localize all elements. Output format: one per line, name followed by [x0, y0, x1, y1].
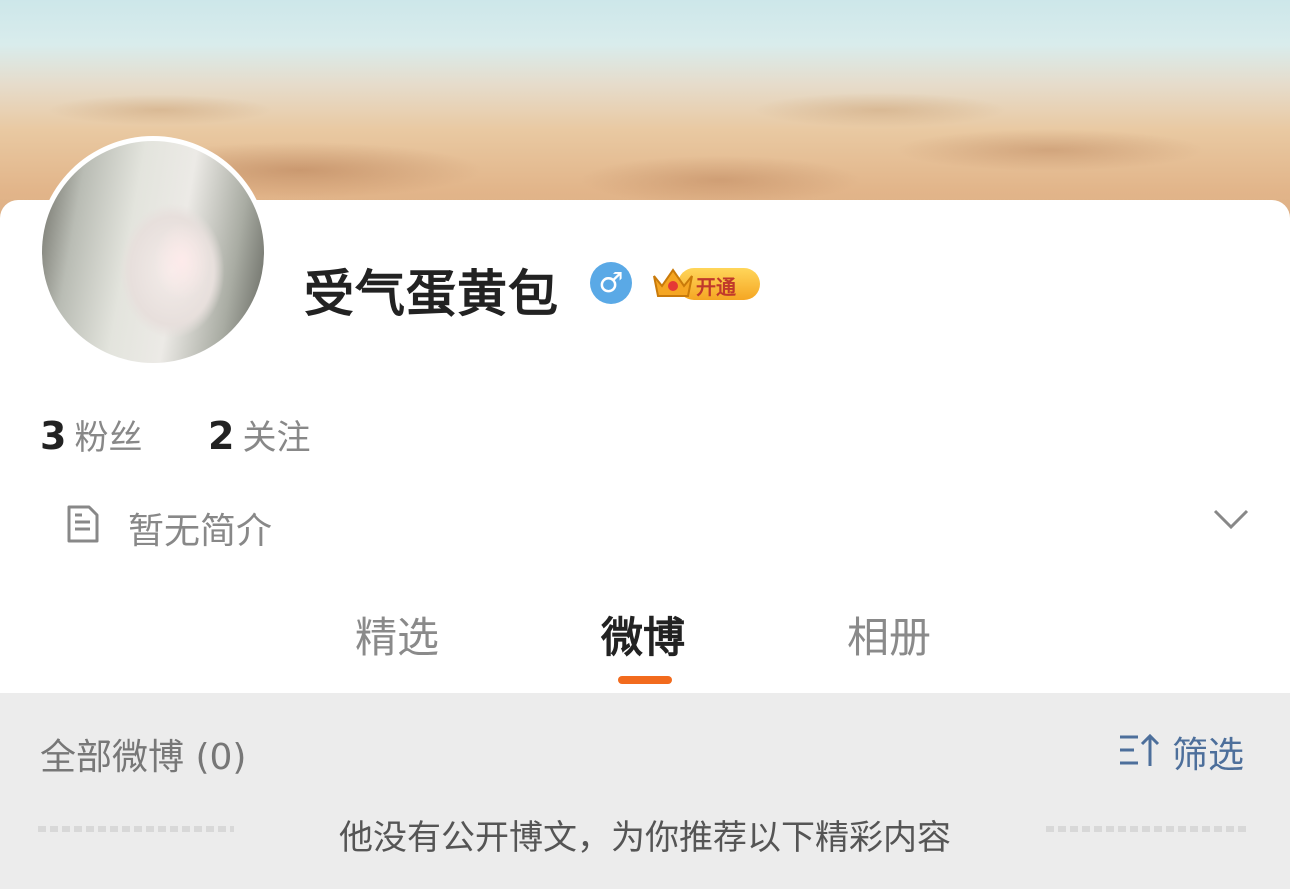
tab-weibo[interactable]: 微博: [601, 604, 685, 665]
crown-icon: [653, 268, 693, 297]
avatar[interactable]: [37, 136, 269, 368]
filter-button[interactable]: 筛选: [1118, 726, 1248, 776]
vip-label: 开通: [696, 275, 736, 299]
following-label: 关注: [242, 418, 311, 458]
active-tab-indicator: [618, 676, 672, 684]
followers-stat[interactable]: 3 粉丝: [40, 410, 142, 459]
vip-open-button[interactable]: 开通: [650, 264, 762, 302]
bio-text: 暂无简介: [128, 511, 273, 552]
chevron-down-icon[interactable]: [1212, 506, 1250, 532]
male-gender-icon: ♂: [590, 262, 632, 304]
profile-name: 受气蛋黄包: [304, 265, 559, 323]
divider-right: [1046, 826, 1246, 832]
document-icon: [67, 505, 99, 543]
avatar-image: [42, 141, 264, 363]
following-stat[interactable]: 2 关注: [208, 410, 310, 459]
followers-count: 3: [40, 414, 67, 458]
tab-featured[interactable]: 精选: [355, 604, 439, 665]
followers-label: 粉丝: [74, 418, 143, 458]
following-count: 2: [208, 414, 235, 458]
sort-filter-icon: [1120, 733, 1160, 766]
filter-label: 筛选: [1172, 735, 1245, 776]
tab-album[interactable]: 相册: [847, 604, 931, 665]
empty-feed-message: 他没有公开博文，为你推荐以下精彩内容: [339, 818, 951, 858]
feed-title: 全部微博 (0): [40, 737, 247, 778]
